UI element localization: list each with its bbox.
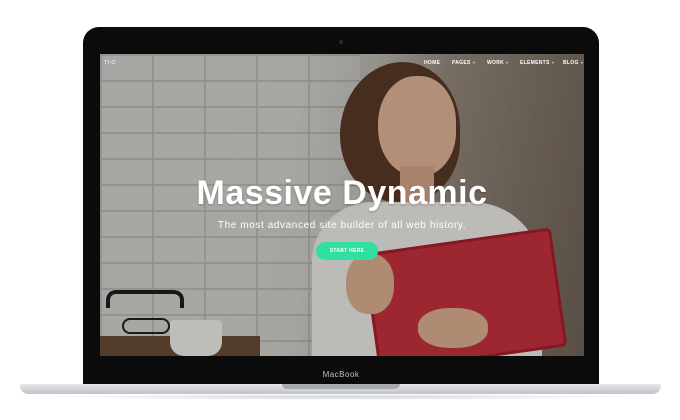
hero-subtitle: The most advanced site builder of all we… [217, 220, 467, 231]
nav-item-home[interactable]: HOME [424, 60, 440, 66]
nav-item-elements[interactable]: ELEMENTS ˅ [520, 60, 554, 66]
nav-item-work[interactable]: WORK ˅ [487, 60, 509, 66]
laptop-base-notch [282, 384, 400, 389]
site-navbar: TT-O HOME PAGES ˅ WORK ˅ ELEMENTS ˅ BLOG ˅ [100, 60, 584, 74]
site-logo[interactable]: TT-O [104, 60, 115, 66]
nav-item-label: WORK [487, 60, 505, 66]
nav-item-label: ELEMENTS [520, 60, 550, 66]
camera-icon [339, 40, 343, 44]
website-screen: TT-O HOME PAGES ˅ WORK ˅ ELEMENTS ˅ BLOG ˅ M… [100, 54, 584, 356]
nav-item-pages[interactable]: PAGES ˅ [452, 60, 475, 66]
nav-item-blog[interactable]: BLOG ˅ [563, 60, 583, 66]
chevron-down-icon: ˅ [506, 60, 509, 65]
device-brand-label: MacBook [322, 370, 360, 379]
chevron-down-icon: ˅ [580, 60, 584, 65]
nav-item-label: BLOG [563, 60, 579, 66]
chevron-down-icon: ˅ [551, 60, 555, 65]
chevron-down-icon: ˅ [472, 60, 476, 65]
nav-item-label: HOME [424, 60, 441, 66]
hero-title: Massive Dynamic [196, 174, 488, 212]
nav-item-label: PAGES [452, 60, 471, 66]
laptop-shadow [40, 394, 640, 400]
start-here-button[interactable]: START HERE [316, 242, 378, 260]
